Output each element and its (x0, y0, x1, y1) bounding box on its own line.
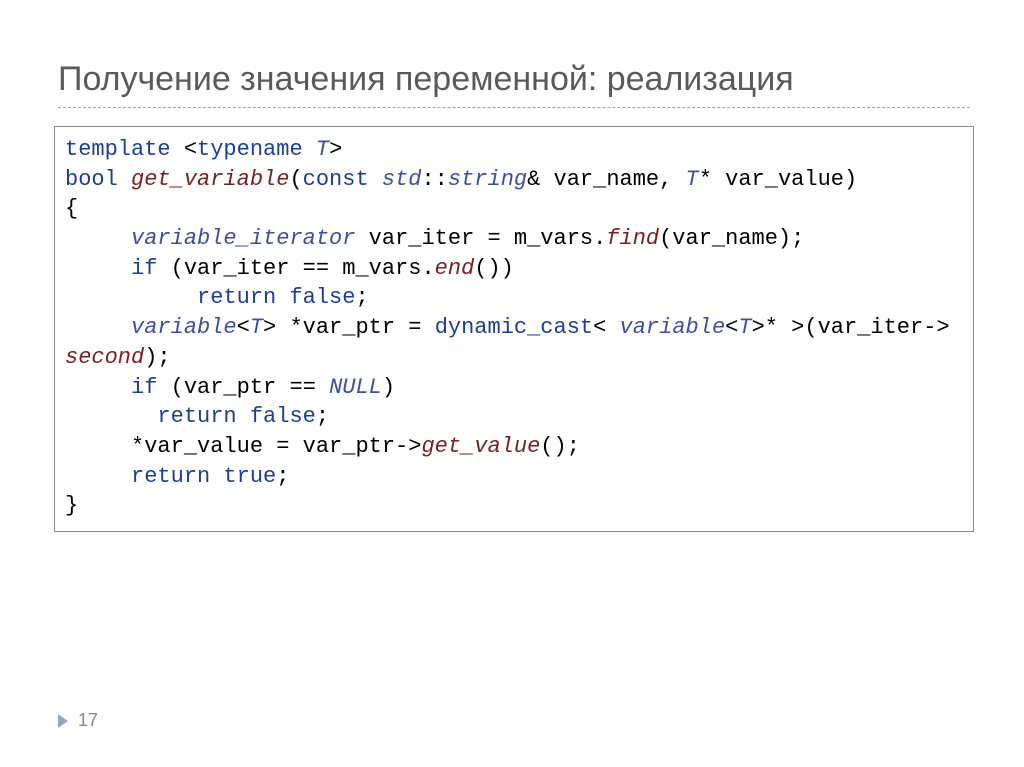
code-indent (65, 404, 157, 429)
code-text (369, 167, 382, 192)
page-number: 17 (78, 710, 98, 731)
code-function: get_value (421, 434, 540, 459)
code-keyword: if (131, 256, 157, 281)
code-indent (65, 464, 131, 489)
slide-container: Получение значения переменной: реализаци… (0, 0, 1024, 767)
code-text: >* >(var_iter-> (752, 315, 950, 340)
code-function: second (65, 345, 144, 370)
code-type: string (448, 167, 527, 192)
code-function: get_variable (131, 167, 289, 192)
code-text: *var_value = var_ptr-> (65, 434, 421, 459)
code-text: (var_ptr == (157, 375, 329, 400)
title-divider (58, 107, 970, 108)
code-text (118, 167, 131, 192)
code-keyword: if (131, 375, 157, 400)
code-indent (65, 226, 131, 251)
code-type: T (303, 137, 329, 162)
code-text: ; (316, 404, 329, 429)
code-text: (); (540, 434, 580, 459)
code-keyword: return true (131, 464, 276, 489)
code-function: end (435, 256, 475, 281)
code-text: } (65, 493, 78, 518)
code-type: variable_iterator (131, 226, 355, 251)
code-text: & var_name, (527, 167, 685, 192)
code-text: ) (382, 375, 395, 400)
code-type: std (382, 167, 422, 192)
code-type: T (738, 315, 751, 340)
code-text: (var_iter == m_vars. (157, 256, 434, 281)
code-keyword: bool (65, 167, 118, 192)
code-keyword: return false (157, 404, 315, 429)
code-indent (65, 285, 197, 310)
code-text: ; (355, 285, 368, 310)
code-indent (65, 375, 131, 400)
code-type: NULL (329, 375, 382, 400)
code-type: variable (131, 315, 237, 340)
code-keyword: typename (197, 137, 303, 162)
code-keyword: const (303, 167, 369, 192)
code-type: T (250, 315, 263, 340)
code-text: { (65, 196, 78, 221)
code-text: ( (289, 167, 302, 192)
code-text: < (725, 315, 738, 340)
slide-footer: 17 (58, 710, 98, 731)
code-keyword: template (65, 137, 171, 162)
code-text: ()) (474, 256, 514, 281)
code-text: > *var_ptr = (263, 315, 435, 340)
code-text: < (171, 137, 197, 162)
code-text: :: (421, 167, 447, 192)
code-text: (var_name); (659, 226, 804, 251)
code-indent (65, 315, 131, 340)
code-type: variable (620, 315, 726, 340)
footer-arrow-icon (58, 714, 68, 728)
code-text: * var_value) (699, 167, 857, 192)
code-block: template <typename T> bool get_variable(… (54, 126, 974, 532)
code-text: < (237, 315, 250, 340)
slide-title: Получение значения переменной: реализаци… (50, 60, 974, 99)
code-keyword: dynamic_cast (435, 315, 593, 340)
code-indent (65, 256, 131, 281)
code-type: T (686, 167, 699, 192)
code-keyword: return false (197, 285, 355, 310)
code-text: var_iter = m_vars. (355, 226, 606, 251)
code-text: < (593, 315, 619, 340)
code-text: ); (144, 345, 170, 370)
code-text: ; (276, 464, 289, 489)
code-text: > (329, 137, 342, 162)
code-function: find (606, 226, 659, 251)
